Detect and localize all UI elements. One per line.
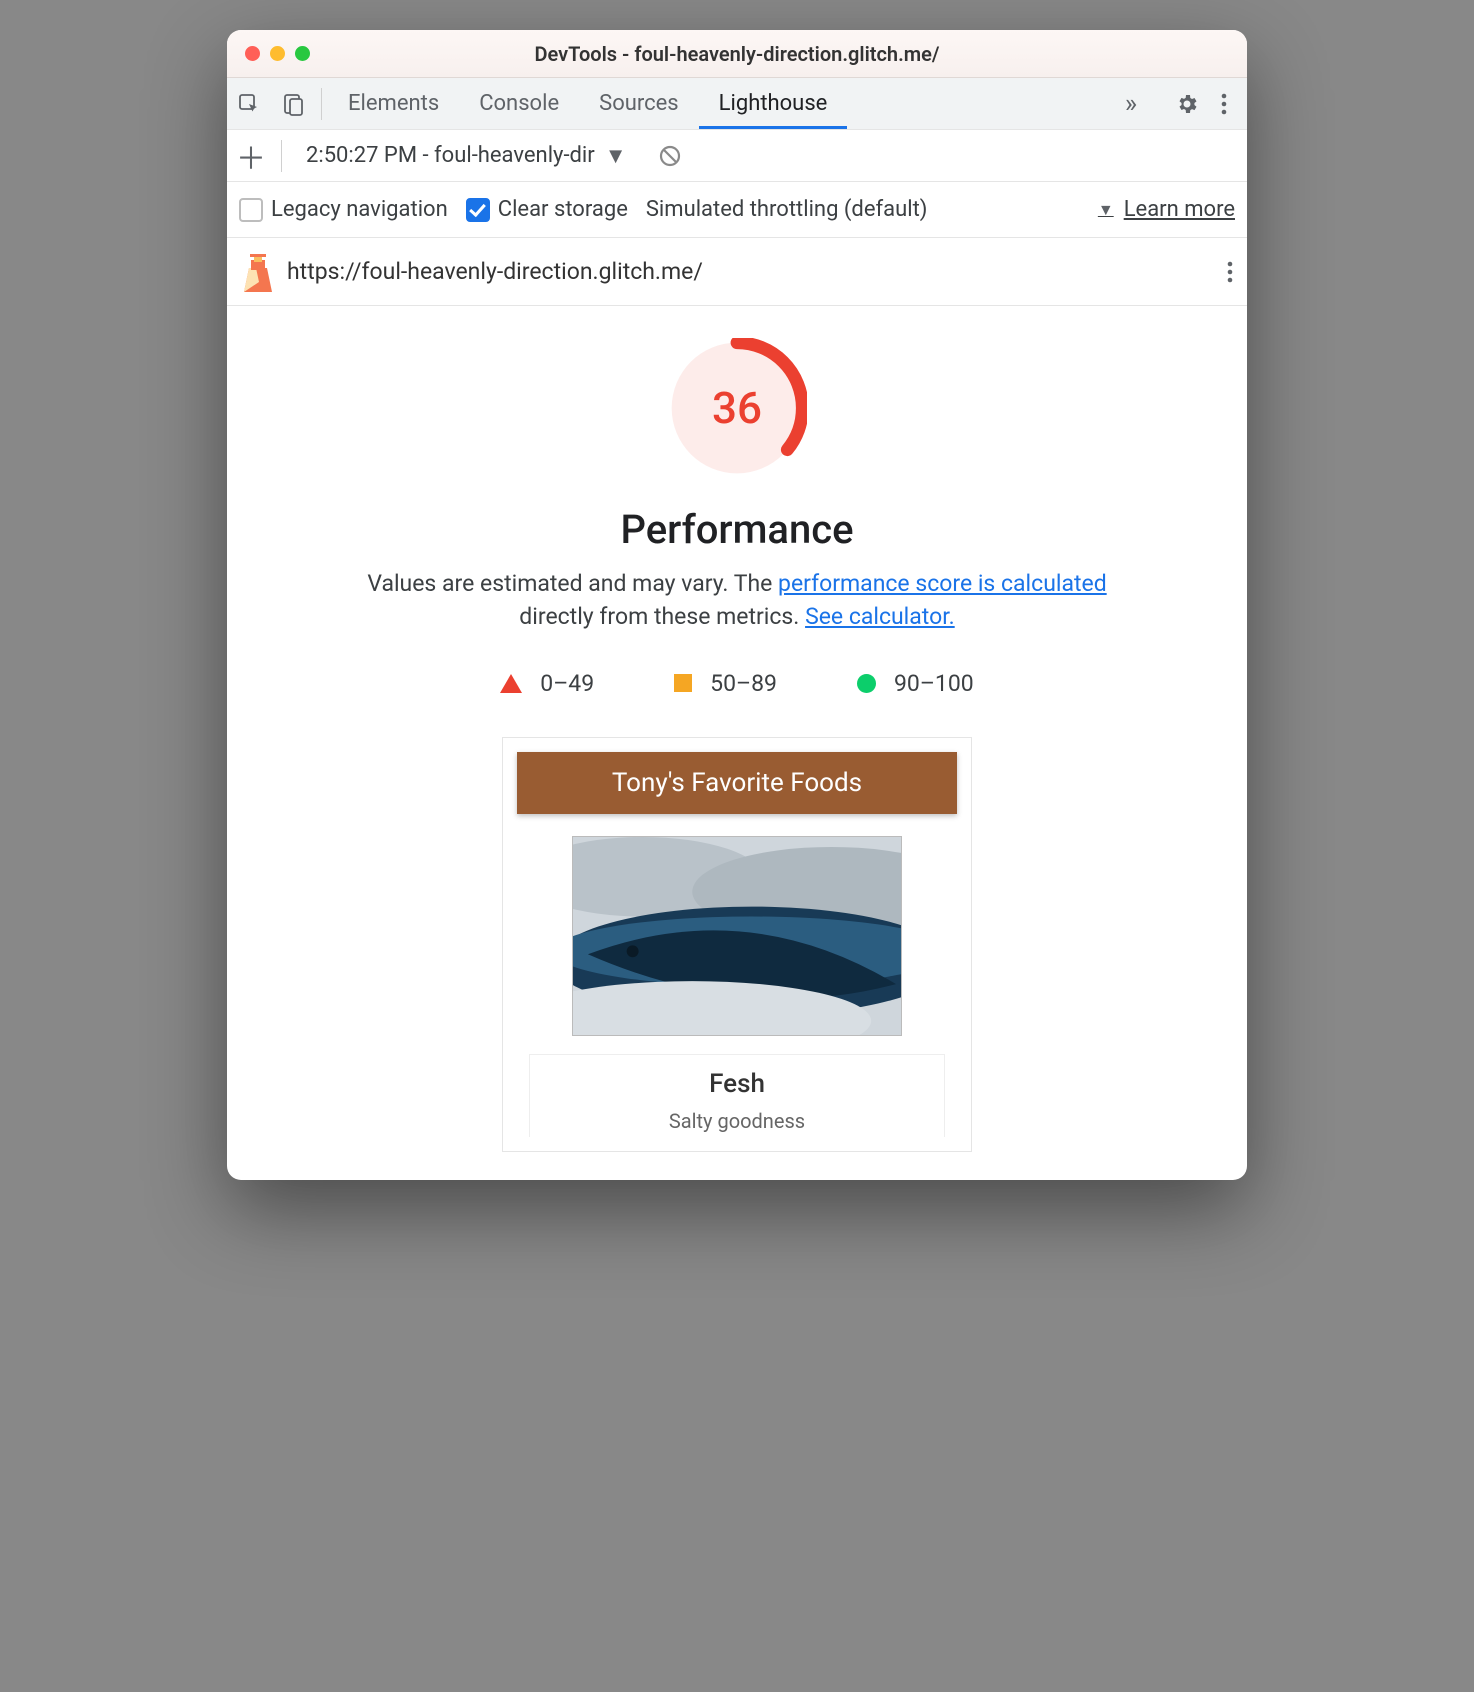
separator <box>321 88 322 120</box>
legend-warn: 50–89 <box>674 670 777 697</box>
devtools-tabstrip: Elements Console Sources Lighthouse » <box>227 78 1247 130</box>
report-selector-label: 2:50:27 PM - foul-heavenly-dir <box>306 143 595 168</box>
lighthouse-icon <box>241 252 275 292</box>
legend-pass-label: 90–100 <box>894 670 974 697</box>
category-description: Values are estimated and may vary. The p… <box>347 567 1127 634</box>
report-header: https://foul-heavenly-direction.glitch.m… <box>227 238 1247 306</box>
score-value: 36 <box>667 338 807 478</box>
chevron-down-icon: ▼ <box>605 143 627 169</box>
clear-icon[interactable] <box>658 144 682 168</box>
checkbox-icon[interactable] <box>466 198 490 222</box>
window: DevTools - foul-heavenly-direction.glitc… <box>227 30 1247 1180</box>
clear-storage-option[interactable]: Clear storage <box>466 197 628 222</box>
page-preview: Tony's Favorite Foods Fesh Salty goodnes… <box>502 737 972 1152</box>
legacy-navigation-option[interactable]: Legacy navigation <box>239 197 448 222</box>
desc-text: directly from these metrics. <box>519 603 805 630</box>
lighthouse-options: Legacy navigation Clear storage Simulate… <box>227 182 1247 238</box>
see-calculator-link[interactable]: See calculator. <box>805 603 955 630</box>
square-icon <box>674 674 692 692</box>
learn-more-label: Learn more <box>1124 197 1235 222</box>
legend-fail: 0–49 <box>500 670 594 697</box>
traffic-lights <box>227 46 310 61</box>
score-legend: 0–49 50–89 90–100 <box>227 670 1247 697</box>
tab-elements[interactable]: Elements <box>328 78 459 129</box>
tab-console[interactable]: Console <box>459 78 579 129</box>
gear-icon[interactable] <box>1175 92 1199 116</box>
checkbox-icon[interactable] <box>239 198 263 222</box>
panel-tabs: Elements Console Sources Lighthouse <box>328 78 1107 129</box>
report-menu-icon[interactable] <box>1227 260 1233 284</box>
inspect-element-icon[interactable] <box>227 78 271 129</box>
report-selector[interactable]: 2:50:27 PM - foul-heavenly-dir ▼ <box>294 138 634 174</box>
close-window-button[interactable] <box>245 46 260 61</box>
preview-title: Tony's Favorite Foods <box>517 752 957 814</box>
lighthouse-toolbar: ＋ 2:50:27 PM - foul-heavenly-dir ▼ <box>227 130 1247 182</box>
circle-icon <box>857 674 876 693</box>
more-tabs-icon[interactable]: » <box>1107 78 1155 129</box>
category-title: Performance <box>227 506 1247 553</box>
legacy-navigation-label: Legacy navigation <box>271 197 448 222</box>
kebab-menu-icon[interactable] <box>1221 92 1227 116</box>
card-subtitle: Salty goodness <box>546 1109 928 1133</box>
throttling-label: Simulated throttling (default) <box>646 197 928 222</box>
chevron-down-icon: ▼ <box>1098 200 1114 220</box>
desc-text: Values are estimated and may vary. The <box>367 570 778 597</box>
learn-more-link[interactable]: ▼ Learn more <box>1098 197 1235 222</box>
preview-caption: Fesh Salty goodness <box>529 1054 945 1137</box>
legend-pass: 90–100 <box>857 670 974 697</box>
performance-section: 36 Performance Values are estimated and … <box>227 306 1247 1152</box>
new-report-button[interactable]: ＋ <box>227 134 275 178</box>
minimize-window-button[interactable] <box>270 46 285 61</box>
tab-sources[interactable]: Sources <box>579 78 699 129</box>
clear-storage-label: Clear storage <box>498 197 628 222</box>
preview-image <box>572 836 902 1036</box>
triangle-icon <box>500 674 522 693</box>
score-gauge: 36 <box>667 338 807 478</box>
titlebar: DevTools - foul-heavenly-direction.glitc… <box>227 30 1247 78</box>
zoom-window-button[interactable] <box>295 46 310 61</box>
report-url: https://foul-heavenly-direction.glitch.m… <box>287 258 703 285</box>
card-name: Fesh <box>546 1069 928 1099</box>
separator <box>281 140 282 172</box>
legend-warn-label: 50–89 <box>710 670 777 697</box>
score-calc-link[interactable]: performance score is calculated <box>778 570 1107 597</box>
device-toolbar-icon[interactable] <box>271 78 315 129</box>
window-title: DevTools - foul-heavenly-direction.glitc… <box>227 42 1247 66</box>
tab-lighthouse[interactable]: Lighthouse <box>699 78 848 129</box>
legend-fail-label: 0–49 <box>540 670 594 697</box>
